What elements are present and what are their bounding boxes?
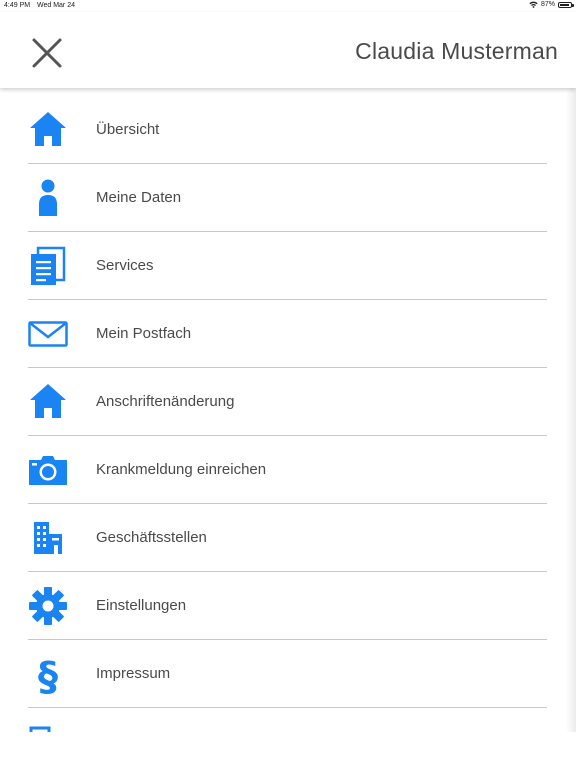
menu-item-uebersicht[interactable]: Übersicht: [28, 96, 547, 164]
documents-icon: [28, 246, 68, 286]
header: Claudia Musterman: [0, 12, 576, 88]
home-icon: [28, 110, 68, 150]
battery-icon: [558, 1, 574, 8]
menu-item-label: Services: [96, 257, 154, 274]
menu-item-label: Mein Postfach: [96, 325, 192, 342]
navigation-menu: Übersicht Meine Daten Services Mein Post…: [0, 96, 576, 732]
status-right: 87%: [529, 1, 574, 8]
page-title: Claudia Musterman: [355, 38, 558, 64]
menu-item-geschaeftsstellen[interactable]: Geschäftsstellen: [28, 504, 547, 572]
status-bar: 4:49 PM Wed Mar 24 87%: [0, 0, 576, 12]
close-icon: [32, 38, 62, 68]
menu-item-krankmeldung[interactable]: Krankmeldung einreichen: [28, 436, 547, 504]
gear-icon: [28, 586, 68, 626]
wifi-icon: [529, 1, 538, 8]
menu-item-label: Meine Daten: [96, 189, 182, 206]
camera-icon: [28, 450, 68, 490]
menu-item-label: Übersicht: [96, 121, 160, 138]
home-icon: [28, 382, 68, 422]
status-time: 4:49 PM: [4, 2, 31, 9]
svg-text:§: §: [38, 654, 58, 694]
menu-item-label: Geschäftsstellen: [96, 529, 207, 546]
menu-item-einstellungen[interactable]: Einstellungen: [28, 572, 547, 640]
menu-item-label: Einstellungen: [96, 597, 187, 614]
mail-icon: [28, 314, 68, 354]
menu-item-label: Anschriftenänderung: [96, 393, 235, 410]
menu-item-services[interactable]: Services: [28, 232, 547, 300]
menu-item-meine-daten[interactable]: Meine Daten: [28, 164, 547, 232]
drawer-edge-shadow: [566, 88, 576, 768]
menu-item-logout[interactable]: [28, 708, 547, 732]
status-date: Wed Mar 24: [37, 2, 75, 9]
menu-item-impressum[interactable]: § Impressum: [28, 640, 547, 708]
person-icon: [28, 178, 68, 218]
menu-item-anschriftenaenderung[interactable]: Anschriftenänderung: [28, 368, 547, 436]
paragraph-icon: §: [28, 654, 68, 694]
logout-icon: [28, 722, 68, 732]
menu-item-label: Krankmeldung einreichen: [96, 461, 267, 478]
building-icon: [28, 518, 68, 558]
bottom-area: [0, 732, 576, 768]
menu-item-mein-postfach[interactable]: Mein Postfach: [28, 300, 547, 368]
battery-percent: 87%: [540, 1, 555, 8]
menu-item-label: Impressum: [96, 665, 171, 682]
close-button[interactable]: [26, 32, 68, 74]
